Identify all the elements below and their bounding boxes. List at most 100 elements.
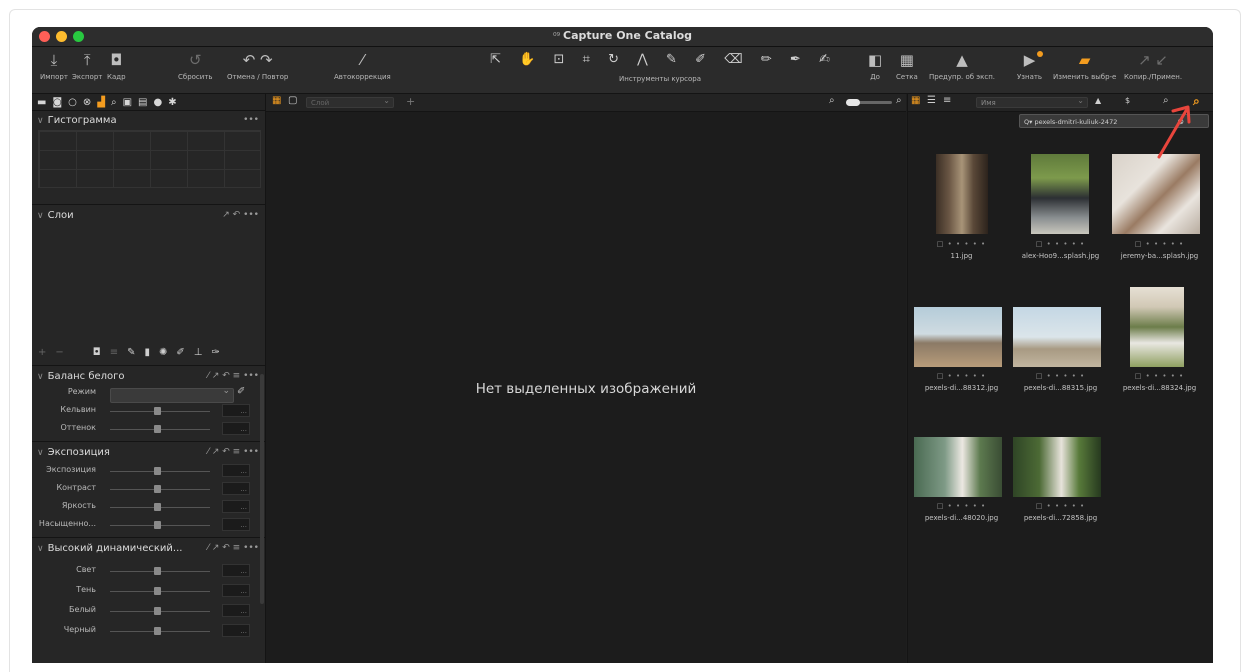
library-tab-icon[interactable]: ▬: [37, 97, 46, 108]
tint-slider-knob[interactable]: [154, 425, 161, 433]
saturation-slider-knob[interactable]: [154, 521, 161, 529]
exposure-slider-knob[interactable]: [154, 467, 161, 475]
brightness-slider-knob[interactable]: [154, 503, 161, 511]
gradient-mask-icon[interactable]: ▮: [144, 347, 150, 361]
kelvin-value-field[interactable]: ...: [222, 404, 250, 417]
zoom-out-icon[interactable]: ⌕: [829, 95, 835, 106]
thumbnail-view-icon[interactable]: ▦: [911, 95, 920, 106]
filter-badge-icon[interactable]: $: [1125, 96, 1130, 105]
spot-removal-icon[interactable]: ✎: [666, 51, 677, 69]
exposure-tab-icon[interactable]: ▟: [97, 97, 105, 108]
gradient-icon[interactable]: ✏: [761, 51, 772, 69]
remove-layer-icon[interactable]: −: [55, 347, 63, 361]
rating-stars[interactable]: □ • • • • •: [914, 502, 1009, 510]
thumbnail-image[interactable]: [1013, 307, 1101, 367]
shadow-value-field[interactable]: ...: [222, 584, 250, 597]
details-view-icon[interactable]: ≡: [943, 95, 951, 106]
export-button[interactable]: ⤒ Экспорт: [72, 51, 102, 81]
hdr-header[interactable]: ∨ Высокий динамический... ⁄ ↗ ↶ ≡ •••: [32, 540, 265, 557]
pan-hand-icon[interactable]: ✋: [519, 51, 535, 69]
exposure-warning-button[interactable]: ▲ Предупр. об эксп.: [929, 51, 995, 81]
settings-tab-icon[interactable]: ✱: [168, 97, 176, 108]
thumbnail-image[interactable]: [1031, 154, 1089, 234]
brush-icon[interactable]: ✐: [695, 51, 706, 69]
thumbnail-image[interactable]: [936, 154, 988, 234]
reset-button[interactable]: ↺ Сбросить: [178, 51, 213, 81]
single-view-icon[interactable]: ▢: [288, 95, 297, 106]
before-button[interactable]: ◧ До: [868, 51, 882, 81]
crop-icon[interactable]: ⌗: [583, 51, 590, 69]
capture-tab-icon[interactable]: ◙: [52, 97, 62, 108]
mode-select[interactable]: [110, 386, 234, 403]
highlight-value-field[interactable]: ...: [222, 564, 250, 577]
exposure-value-field[interactable]: ...: [222, 464, 250, 477]
sort-ascending-icon[interactable]: ▲: [1095, 96, 1101, 105]
multi-view-icon[interactable]: ▦: [272, 95, 281, 106]
info-tab-icon[interactable]: ●: [154, 97, 163, 108]
fill-icon[interactable]: ≡: [110, 347, 118, 361]
undo-redo-button[interactable]: ↶ ↷ Отмена / Повтор: [227, 51, 288, 81]
magic-brush-icon[interactable]: ✐: [176, 347, 184, 361]
rating-stars[interactable]: □ • • • • •: [1013, 372, 1108, 380]
section-tools-icon[interactable]: ⁄ ↗ ↶ ≡ •••: [208, 444, 260, 461]
tool-panel-scrollbar[interactable]: [260, 374, 264, 604]
rating-stars[interactable]: □ • • • • •: [914, 372, 1009, 380]
saturation-value-field[interactable]: ...: [222, 518, 250, 531]
eraser-mask-icon[interactable]: ⊥: [194, 347, 203, 361]
rotate-icon[interactable]: ↻: [608, 51, 619, 69]
rating-stars[interactable]: □ • • • • •: [1112, 240, 1207, 248]
more-icon[interactable]: •••: [243, 112, 259, 129]
black-value-field[interactable]: ...: [222, 624, 250, 637]
layers-header[interactable]: ∨ Слои ↗ ↶ •••: [32, 207, 265, 224]
mask-icon[interactable]: ◘: [93, 347, 101, 361]
zoom-in-icon[interactable]: ⌕: [896, 95, 902, 106]
contrast-slider-knob[interactable]: [154, 485, 161, 493]
thumbnail-image[interactable]: [1013, 437, 1101, 497]
eraser-icon[interactable]: ⌫: [724, 51, 742, 69]
layer-header-tools-icon[interactable]: ↗ ↶ •••: [222, 207, 259, 224]
contrast-value-field[interactable]: ...: [222, 482, 250, 495]
rating-stars[interactable]: □ • • • • •: [1112, 372, 1207, 380]
eyedropper-icon[interactable]: ✐: [237, 386, 245, 397]
grid-button[interactable]: ▦ Сетка: [896, 51, 918, 81]
white-value-field[interactable]: ...: [222, 604, 250, 617]
add-layer-icon[interactable]: +: [38, 347, 46, 361]
white-slider-knob[interactable]: [154, 607, 161, 615]
adjustments-tab-icon[interactable]: ▣: [123, 97, 132, 108]
rating-stars[interactable]: □ • • • • •: [1013, 240, 1108, 248]
brightness-value-field[interactable]: ...: [222, 500, 250, 513]
capture-button[interactable]: ◘ Кадр: [107, 51, 126, 81]
thumbnail-image[interactable]: [1112, 154, 1200, 234]
rating-stars[interactable]: □ • • • • •: [1013, 502, 1108, 510]
add-layer-icon[interactable]: +: [406, 95, 415, 108]
copy-apply-button[interactable]: ↗ ↙ Копир./Примен.: [1124, 51, 1182, 81]
section-tools-icon[interactable]: ⁄ ↗ ↶ ≡ •••: [208, 368, 260, 385]
kelvin-slider-knob[interactable]: [154, 407, 161, 415]
annotate-icon[interactable]: ✍: [819, 51, 830, 69]
color-tab-icon[interactable]: ⊗: [83, 97, 91, 108]
section-tools-icon[interactable]: ⁄ ↗ ↶ ≡ •••: [208, 540, 260, 557]
select-cursor-icon[interactable]: ⇱: [490, 51, 501, 69]
import-button[interactable]: ⤓ Импорт: [40, 51, 68, 81]
tint-value-field[interactable]: ...: [222, 422, 250, 435]
rating-stars[interactable]: □ • • • • •: [914, 240, 1009, 248]
highlight-slider-knob[interactable]: [154, 567, 161, 575]
pen-mask-icon[interactable]: ✑: [212, 347, 220, 361]
keystone-icon[interactable]: ⋀: [637, 51, 648, 69]
zoom-slider-knob[interactable]: [846, 99, 860, 106]
black-slider-knob[interactable]: [154, 627, 161, 635]
list-view-icon[interactable]: ☰: [927, 95, 936, 106]
thumbnail-image[interactable]: [914, 437, 1002, 497]
radial-mask-icon[interactable]: ✺: [159, 347, 167, 361]
white-balance-header[interactable]: ∨ Баланс белого ⁄ ↗ ↶ ≡ •••: [32, 368, 265, 385]
sort-select[interactable]: Имя: [976, 95, 1088, 108]
exposure-header[interactable]: ∨ Экспозиция ⁄ ↗ ↶ ≡ •••: [32, 444, 265, 461]
auto-adjust-button[interactable]: ⁄ Автокоррекция: [334, 51, 391, 81]
shadow-slider-knob[interactable]: [154, 587, 161, 595]
filter-search-icon[interactable]: ⌕: [1193, 94, 1200, 109]
details-tab-icon[interactable]: ⌕: [111, 97, 117, 108]
thumbnail-image[interactable]: [914, 307, 1002, 367]
lens-tab-icon[interactable]: ○: [68, 97, 77, 108]
draw-mask-icon[interactable]: ✎: [127, 347, 135, 361]
histogram-header[interactable]: ∨ Гистограмма •••: [32, 112, 265, 129]
